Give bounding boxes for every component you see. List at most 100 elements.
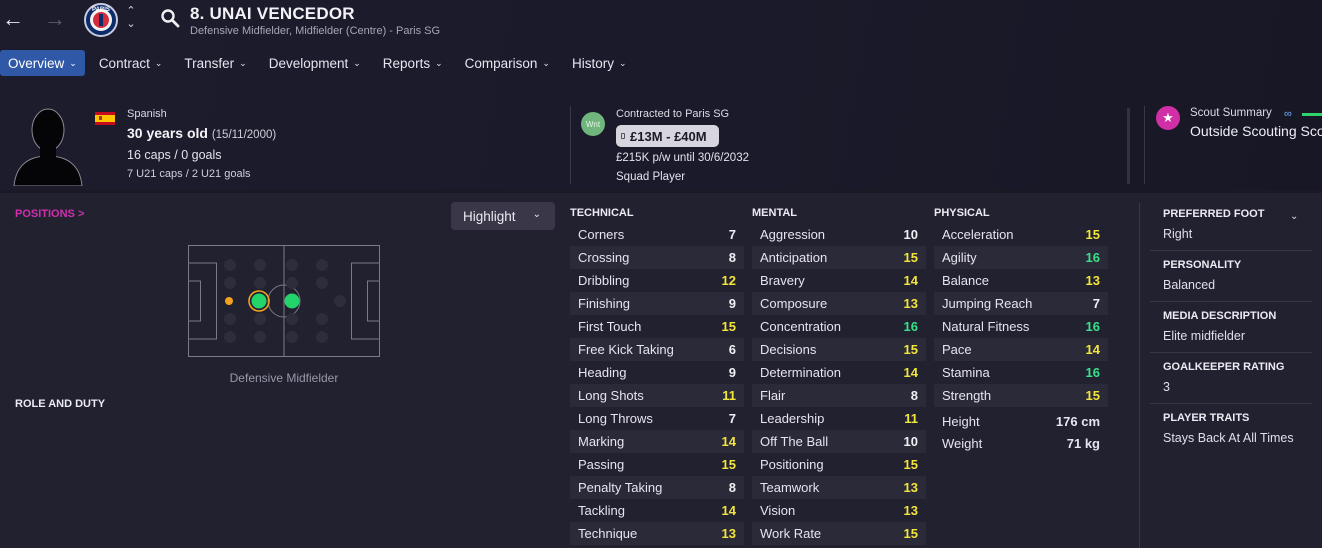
player-position-subtitle: Defensive Midfielder, Midfielder (Centre… [190, 25, 441, 37]
player-avatar [13, 108, 83, 186]
player-traits-block: PLAYER TRAITS Stays Back At All Times [1150, 404, 1312, 454]
attribute-row[interactable]: Technique 13 [570, 522, 744, 545]
attribute-row[interactable]: Jumping Reach 7 [934, 292, 1108, 315]
player-age: 30 years old (15/11/2000) [127, 125, 277, 141]
attribute-row[interactable]: Penalty Taking 8 [570, 476, 744, 499]
tab-development[interactable]: Development ⌄ [261, 50, 369, 76]
preferred-foot-value: Right [1163, 227, 1193, 241]
nationality-label: Spanish [127, 108, 167, 120]
goalkeeper-rating-label: GOALKEEPER RATING [1163, 361, 1285, 373]
attribute-row[interactable]: Natural Fitness 16 [934, 315, 1108, 338]
star-icon: ★ [1156, 106, 1180, 130]
club-switch-chevron-icon[interactable]: ⌃ ⌄ [124, 5, 138, 33]
u21-caps: 7 U21 caps / 2 U21 goals [127, 168, 251, 180]
transfer-value-pill[interactable]: £13M - £40M [616, 125, 719, 147]
technical-attributes: TECHNICAL Corners 7 Crossing 8 Dribbling 12… [570, 207, 744, 545]
attribute-row[interactable]: Off The Ball 10 [752, 430, 926, 453]
tab-history[interactable]: History ⌄ [564, 50, 635, 76]
search-icon[interactable] [160, 8, 180, 28]
attribute-row[interactable]: Flair 8 [752, 384, 926, 407]
mental-attributes: MENTAL Aggression 10 Anticipation 15 Brave… [752, 207, 926, 545]
divider [1139, 203, 1140, 548]
attribute-list: Corners 7 Crossing 8 Dribbling 12 Finishing… [570, 223, 744, 545]
attribute-row[interactable]: Decisions 15 [752, 338, 926, 361]
contract-label: Contracted to Paris SG [616, 108, 730, 120]
height-row: Height 176 cm [942, 413, 1100, 429]
personality-block: PERSONALITY Balanced [1150, 251, 1312, 302]
tab-comparison[interactable]: Comparison ⌄ [457, 50, 558, 76]
attribute-row[interactable]: Work Rate 15 [752, 522, 926, 545]
attribute-row[interactable]: Long Throws 7 [570, 407, 744, 430]
divider [1127, 108, 1130, 184]
divider [570, 106, 571, 184]
attribute-row[interactable]: Positioning 15 [752, 453, 926, 476]
attribute-row[interactable]: First Touch 15 [570, 315, 744, 338]
attribute-row[interactable]: Tackling 14 [570, 499, 744, 522]
club-badge-text: PARIS [92, 7, 110, 13]
attribute-row[interactable]: Finishing 9 [570, 292, 744, 315]
attribute-list: Aggression 10 Anticipation 15 Bravery 14 Co… [752, 223, 926, 545]
tab-bar: Overview ⌄ Contract ⌄ Transfer ⌄ Developmen… [0, 50, 641, 76]
media-description-value: Elite midfielder [1163, 329, 1245, 343]
attribute-row[interactable]: Composure 13 [752, 292, 926, 315]
tab-contract[interactable]: Contract ⌄ [91, 50, 171, 76]
divider [1144, 106, 1145, 184]
tab-reports[interactable]: Reports ⌄ [375, 50, 451, 76]
attribute-row[interactable]: Free Kick Taking 6 [570, 338, 744, 361]
attribute-row[interactable]: Leadership 11 [752, 407, 926, 430]
attribute-row[interactable]: Anticipation 15 [752, 246, 926, 269]
attribute-row[interactable]: Balance 13 [934, 269, 1108, 292]
physical-attributes: PHYSICAL Acceleration 15 Agility 16 Balanc… [934, 207, 1108, 454]
positions-link[interactable]: POSITIONS > [15, 208, 84, 220]
squad-status: Squad Player [616, 171, 686, 183]
back-arrow-icon[interactable]: ← [0, 6, 26, 32]
attribute-row[interactable]: Stamina 16 [934, 361, 1108, 384]
attribute-row[interactable]: Pace 14 [934, 338, 1108, 361]
binoculars-icon: ∞ [1284, 108, 1292, 120]
attribute-row[interactable]: Heading 9 [570, 361, 744, 384]
chevron-down-icon: ⌄ [542, 57, 550, 68]
goalkeeper-rating-value: 3 [1163, 380, 1170, 394]
attribute-row[interactable]: Vision 13 [752, 499, 926, 522]
attribute-row[interactable]: Agility 16 [934, 246, 1108, 269]
attribute-row[interactable]: Teamwork 13 [752, 476, 926, 499]
player-name-title: 8. UNAI VENCEDOR [190, 4, 355, 23]
date-of-birth: (15/11/2000) [211, 129, 277, 141]
chevron-down-icon: ⌄ [435, 57, 443, 68]
attribute-row[interactable]: Determination 14 [752, 361, 926, 384]
attribute-row[interactable]: Dribbling 12 [570, 269, 744, 292]
attribute-row[interactable]: Concentration 16 [752, 315, 926, 338]
attribute-row[interactable]: Corners 7 [570, 223, 744, 246]
attribute-row[interactable]: Aggression 10 [752, 223, 926, 246]
nationality-flag-icon [95, 112, 115, 125]
media-description-block: MEDIA DESCRIPTION Elite midfielder [1150, 302, 1312, 353]
player-trait-item[interactable]: Stays Back At All Times [1163, 431, 1312, 445]
weight-row: Weight 71 kg [942, 435, 1100, 451]
goalkeeper-rating-block: GOALKEEPER RATING 3 [1150, 353, 1312, 404]
club-badge[interactable]: PARIS [84, 3, 118, 37]
chevron-down-icon: ⌄ [154, 57, 163, 68]
chevron-down-icon: ⌄ [353, 57, 361, 68]
attribute-row[interactable]: Acceleration 15 [934, 223, 1108, 246]
attribute-row[interactable]: Long Shots 11 [570, 384, 744, 407]
attribute-row[interactable]: Crossing 8 [570, 246, 744, 269]
forward-arrow-icon[interactable]: → [42, 6, 68, 32]
tab-overview[interactable]: Overview ⌄ [0, 50, 85, 76]
player-traits-label: PLAYER TRAITS [1163, 412, 1250, 424]
scout-summary-label: Scout Summary [1190, 107, 1272, 119]
technical-title: TECHNICAL [570, 207, 634, 219]
chevron-down-icon: ⌄ [532, 209, 541, 220]
attribute-list: Acceleration 15 Agility 16 Balance 13 Jumpi… [934, 223, 1108, 407]
role-and-duty-title: ROLE AND DUTY [15, 398, 106, 410]
attribute-row[interactable]: Marking 14 [570, 430, 744, 453]
international-caps: 16 caps / 0 goals [127, 148, 222, 162]
attribute-row[interactable]: Passing 15 [570, 453, 744, 476]
highlight-dropdown[interactable]: Highlight ⌄ [451, 202, 555, 230]
attribute-row[interactable]: Bravery 14 [752, 269, 926, 292]
scout-progress-bar [1302, 113, 1322, 116]
mental-title: MENTAL [752, 207, 798, 219]
positions-pitch [188, 245, 380, 357]
wanted-status-badge[interactable]: Wnt [581, 112, 605, 136]
tab-transfer[interactable]: Transfer ⌄ [176, 50, 254, 76]
attribute-row[interactable]: Strength 15 [934, 384, 1108, 407]
